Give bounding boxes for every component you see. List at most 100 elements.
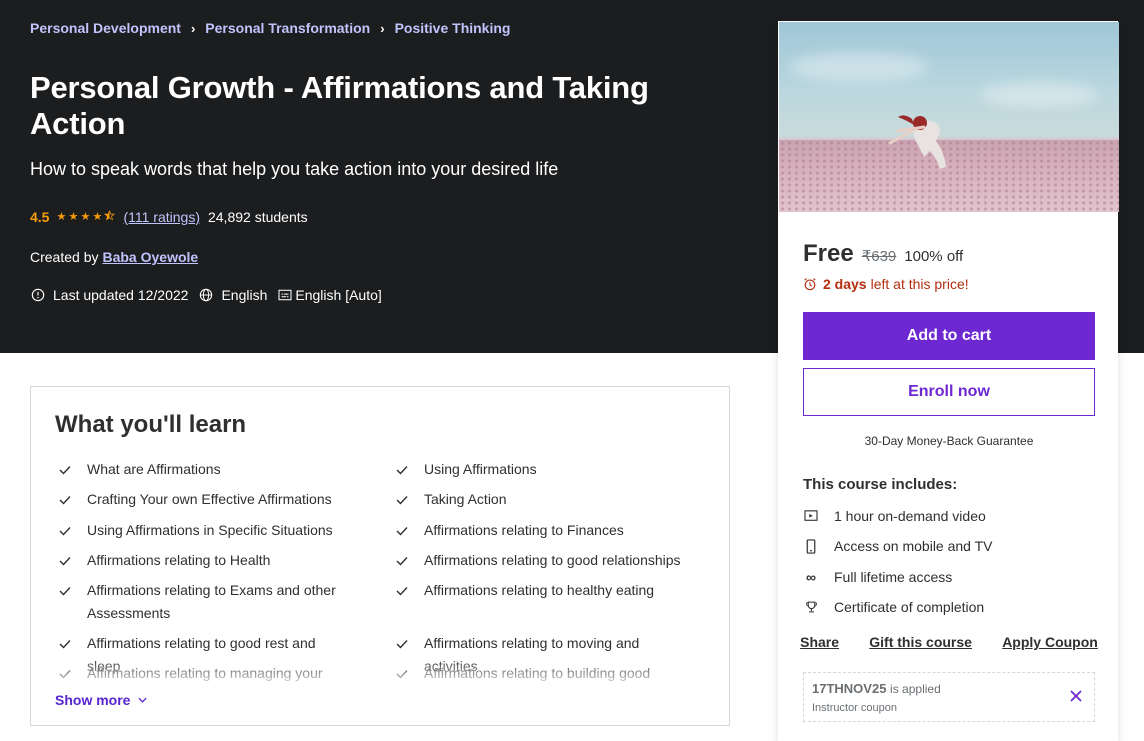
include-label: 1 hour on-demand video bbox=[834, 508, 986, 524]
include-item-video: 1 hour on-demand video bbox=[803, 508, 986, 524]
check-icon bbox=[392, 549, 412, 572]
captions-text: English [Auto] bbox=[295, 287, 382, 303]
learn-item: Crafting Your own Effective Affirmations bbox=[55, 488, 347, 511]
include-item-lifetime: ∞ Full lifetime access bbox=[803, 569, 952, 585]
learn-item-text: Affirmations relating to Finances bbox=[424, 522, 624, 538]
check-icon bbox=[55, 579, 75, 625]
show-more-button[interactable]: Show more bbox=[55, 692, 148, 708]
learn-item-text: Affirmations relating to healthy eating bbox=[424, 582, 655, 598]
video-icon bbox=[803, 508, 819, 524]
includes-title: This course includes: bbox=[803, 476, 958, 493]
check-icon bbox=[392, 488, 412, 511]
chevron-right-icon: › bbox=[380, 20, 385, 36]
captions: English [Auto] bbox=[277, 287, 382, 303]
learn-item-text: Using Affirmations in Specific Situation… bbox=[87, 522, 333, 538]
include-item-mobile: Access on mobile and TV bbox=[803, 538, 993, 554]
current-price: Free bbox=[803, 240, 854, 267]
course-subtitle: How to speak words that help you take ac… bbox=[30, 159, 559, 179]
preview-cloud bbox=[789, 52, 929, 82]
star-icon: ★ bbox=[92, 211, 103, 223]
learn-item: Affirmations relating to Exams and other… bbox=[55, 579, 347, 625]
gift-course-button[interactable]: Gift this course bbox=[869, 634, 972, 650]
coupon-note: Instructor coupon bbox=[812, 702, 897, 714]
half-star-icon bbox=[103, 210, 116, 224]
last-updated: Last updated 12/2022 bbox=[30, 287, 188, 303]
learn-item: What are Affirmations bbox=[55, 458, 347, 481]
learn-item-text: Affirmations relating to Exams and other… bbox=[87, 582, 336, 621]
include-label: Certificate of completion bbox=[834, 599, 985, 615]
add-to-cart-button[interactable]: Add to cart bbox=[803, 312, 1095, 360]
last-updated-text: Last updated 12/2022 bbox=[53, 287, 189, 303]
timer-text: left at this price! bbox=[870, 276, 969, 292]
purchase-sidebar: Free ₹639 100% off 2 days left at this p… bbox=[778, 21, 1119, 741]
students-count: 24,892 students bbox=[207, 209, 308, 225]
course-preview-image[interactable] bbox=[779, 22, 1119, 212]
ratings-count-link[interactable]: (111 ratings) bbox=[123, 209, 200, 225]
close-icon[interactable] bbox=[1068, 688, 1084, 704]
coupon-code: 17THNOV25 bbox=[812, 681, 887, 696]
star-icon: ★ bbox=[80, 211, 91, 223]
preview-figure bbox=[888, 115, 946, 169]
include-label: Access on mobile and TV bbox=[834, 538, 993, 554]
original-price: ₹639 bbox=[861, 248, 897, 265]
share-button[interactable]: Share bbox=[800, 634, 839, 650]
check-icon bbox=[392, 579, 412, 602]
breadcrumb: Personal Development › Personal Transfor… bbox=[30, 20, 510, 36]
learn-item: Using Affirmations bbox=[392, 458, 684, 481]
show-more-label: Show more bbox=[55, 692, 131, 708]
learn-item: Affirmations relating to good relationsh… bbox=[392, 549, 684, 572]
learn-item: Taking Action bbox=[392, 488, 684, 511]
chevron-down-icon bbox=[138, 697, 148, 703]
language-text: English bbox=[221, 287, 268, 303]
trophy-icon bbox=[803, 599, 819, 615]
rating-value: 4.5 bbox=[30, 209, 50, 225]
check-icon bbox=[55, 549, 75, 572]
author-link[interactable]: Baba Oyewole bbox=[102, 249, 198, 265]
created-by-label: Created by bbox=[30, 249, 99, 265]
language: English bbox=[198, 287, 267, 303]
check-icon bbox=[55, 519, 75, 542]
star-icon: ★ bbox=[56, 211, 67, 223]
check-icon bbox=[392, 458, 412, 481]
learn-item: Affirmations relating to Health bbox=[55, 549, 347, 572]
preview-cloud bbox=[979, 82, 1099, 108]
learn-item: Affirmations relating to healthy eating bbox=[392, 579, 684, 602]
learn-item-text: Taking Action bbox=[424, 491, 507, 507]
enroll-now-button[interactable]: Enroll now bbox=[803, 368, 1095, 416]
star-rating: ★ ★ ★ ★ bbox=[55, 210, 116, 224]
what-youll-learn: What you'll learn What are Affirmations C… bbox=[30, 386, 730, 726]
mobile-icon bbox=[803, 538, 819, 554]
include-label: Full lifetime access bbox=[834, 569, 953, 585]
learn-item-text: Affirmations relating to good relationsh… bbox=[424, 552, 681, 568]
discount-percent: 100% off bbox=[904, 248, 964, 265]
include-item-certificate: Certificate of completion bbox=[803, 599, 984, 615]
course-title: Personal Growth - Affirmations and Takin… bbox=[30, 70, 649, 141]
breadcrumb-item-personal-transformation[interactable]: Personal Transformation bbox=[205, 20, 370, 36]
breadcrumb-item-personal-development[interactable]: Personal Development bbox=[30, 20, 181, 36]
globe-icon bbox=[198, 287, 214, 303]
infinity-icon: ∞ bbox=[806, 569, 816, 585]
learn-item-text: Crafting Your own Effective Affirmations bbox=[87, 491, 332, 507]
check-icon bbox=[392, 519, 412, 542]
money-back-guarantee: 30-Day Money-Back Guarantee bbox=[864, 434, 1034, 448]
alarm-clock-icon bbox=[804, 278, 816, 291]
check-icon bbox=[55, 488, 75, 511]
learn-item-text: Affirmations relating to Health bbox=[87, 552, 271, 568]
coupon-code-line: 17THNOV25 is applied bbox=[812, 681, 941, 696]
price-timer: 2 days left at this price! bbox=[803, 276, 969, 292]
alert-badge-icon bbox=[30, 287, 46, 303]
learn-item: Affirmations relating to Finances bbox=[392, 519, 684, 542]
course-meta: Last updated 12/2022 English English [Au… bbox=[30, 287, 392, 303]
learn-title: What you'll learn bbox=[55, 411, 247, 438]
apply-coupon-button[interactable]: Apply Coupon bbox=[1002, 634, 1098, 650]
breadcrumb-item-positive-thinking[interactable]: Positive Thinking bbox=[395, 20, 511, 36]
applied-coupon: 17THNOV25 is applied Instructor coupon bbox=[803, 672, 1095, 722]
rating-row: 4.5 ★ ★ ★ ★ (111 ratings) 24,892 student… bbox=[30, 209, 308, 225]
check-icon bbox=[55, 458, 75, 481]
learn-item-text: What are Affirmations bbox=[87, 461, 221, 477]
captions-icon bbox=[277, 287, 293, 303]
learn-item: Using Affirmations in Specific Situation… bbox=[55, 519, 347, 542]
chevron-right-icon: › bbox=[190, 20, 196, 36]
learn-item-text: Using Affirmations bbox=[424, 461, 537, 477]
created-by: Created by Baba Oyewole bbox=[30, 249, 198, 265]
